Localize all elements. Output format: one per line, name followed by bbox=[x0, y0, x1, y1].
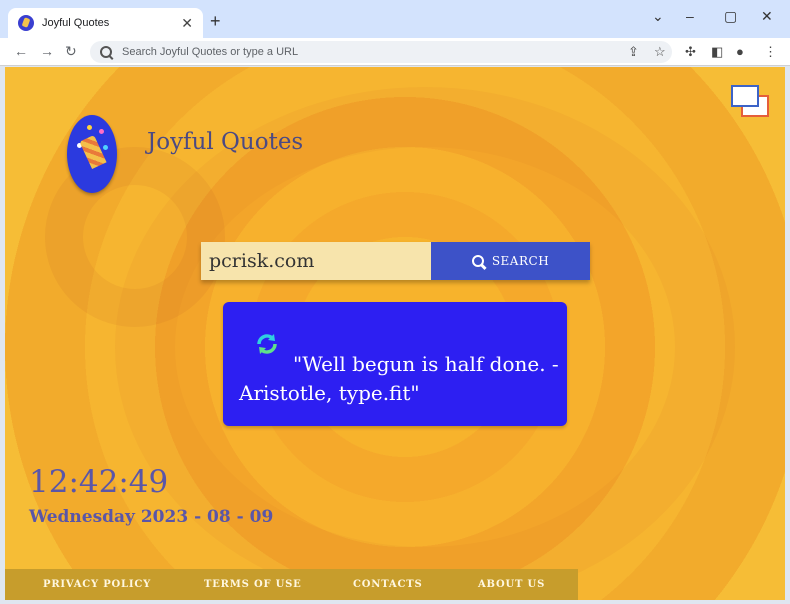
bookmark-star-icon[interactable]: ☆ bbox=[654, 44, 666, 60]
footer-link-contacts[interactable]: CONTACTS bbox=[353, 579, 423, 590]
tab-favicon-icon bbox=[18, 15, 34, 31]
search-icon bbox=[471, 255, 484, 267]
reload-icon[interactable]: ↻ bbox=[65, 43, 77, 60]
clock-time: 12:42:49 bbox=[29, 464, 169, 500]
footer-link-about[interactable]: ABOUT US bbox=[478, 579, 545, 590]
party-popper-logo bbox=[67, 115, 117, 193]
forward-icon[interactable]: → bbox=[40, 43, 54, 59]
maximize-icon[interactable]: ▢ bbox=[724, 8, 737, 25]
extensions-icon[interactable]: ✣ bbox=[685, 44, 696, 60]
tab-title: Joyful Quotes bbox=[42, 17, 110, 29]
share-icon[interactable]: ⇪ bbox=[628, 44, 639, 60]
back-icon[interactable]: ← bbox=[14, 43, 28, 59]
footer-bar: PRIVACY POLICY TERMS OF USE CONTACTS ABO… bbox=[5, 569, 578, 600]
address-bar[interactable]: Search Joyful Quotes or type a URL bbox=[90, 41, 672, 63]
browser-tab[interactable]: Joyful Quotes ✕ bbox=[8, 8, 203, 38]
minimize-icon[interactable]: – bbox=[686, 8, 694, 24]
brand-name: Joyful Quotes bbox=[147, 129, 304, 155]
search-input[interactable] bbox=[201, 242, 431, 280]
search-bar: SEARCH bbox=[201, 242, 590, 280]
search-button-label: SEARCH bbox=[491, 254, 550, 268]
footer-link-privacy[interactable]: PRIVACY POLICY bbox=[43, 579, 151, 590]
profile-icon[interactable]: ● bbox=[736, 44, 744, 59]
search-icon bbox=[100, 46, 112, 58]
footer-link-terms[interactable]: TERMS OF USE bbox=[204, 579, 302, 590]
browser-tab-strip: Joyful Quotes ✕ + ⌄ – ▢ ✕ bbox=[0, 0, 790, 38]
new-tab-button[interactable]: + bbox=[210, 12, 221, 30]
tab-search-icon[interactable]: ⌄ bbox=[652, 8, 664, 25]
address-placeholder: Search Joyful Quotes or type a URL bbox=[122, 46, 299, 58]
page-viewport: Joyful Quotes SEARCH "Well begun is half… bbox=[5, 67, 785, 600]
close-window-icon[interactable]: ✕ bbox=[761, 8, 773, 25]
clock-date: Wednesday 2023 - 08 - 09 bbox=[29, 507, 274, 527]
tab-close-icon[interactable]: ✕ bbox=[181, 15, 193, 32]
side-panel-icon[interactable]: ◧ bbox=[711, 44, 723, 60]
browser-toolbar: ← → ↻ Search Joyful Quotes or type a URL… bbox=[0, 38, 790, 66]
quote-text: "Well begun is half done. - Aristotle, t… bbox=[239, 352, 559, 405]
image-swap-icon[interactable] bbox=[729, 83, 771, 119]
quote-card: "Well begun is half done. - Aristotle, t… bbox=[223, 302, 567, 426]
menu-icon[interactable]: ⋮ bbox=[764, 44, 777, 60]
search-button[interactable]: SEARCH bbox=[431, 242, 590, 280]
